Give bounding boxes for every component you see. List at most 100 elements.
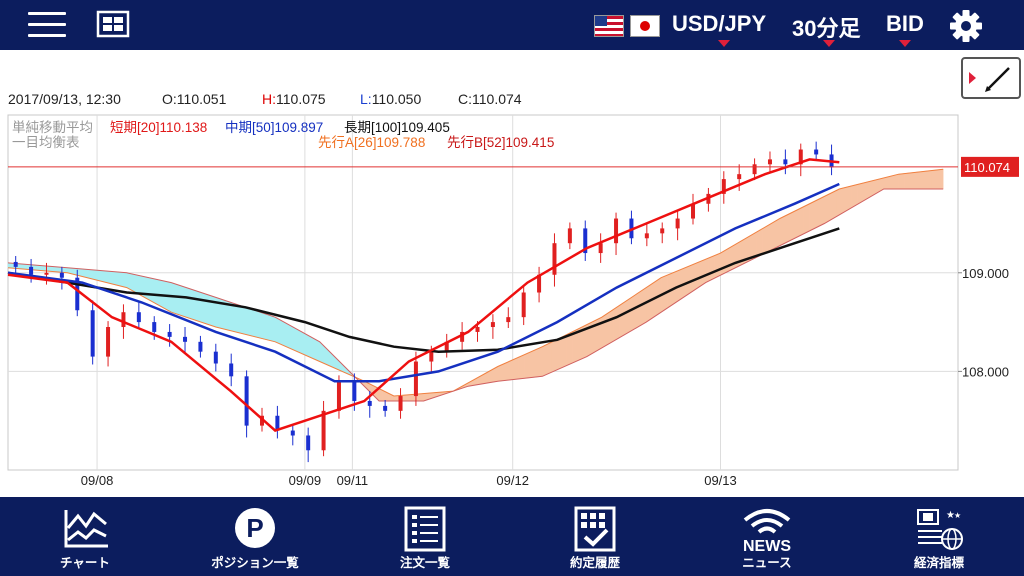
ichimoku-cloud-segment xyxy=(640,289,644,326)
ichimoku-cloud-segment xyxy=(862,181,867,202)
ichimoku-cloud-segment xyxy=(378,388,383,402)
ichimoku-cloud-segment xyxy=(176,284,181,316)
ichimoku-cloud-segment xyxy=(859,182,864,204)
ichimoku-cloud-segment xyxy=(263,312,267,340)
ichimoku-cloud-segment xyxy=(46,265,50,272)
ichimoku-cloud-segment xyxy=(248,307,252,337)
ichimoku-cloud-segment xyxy=(260,311,264,340)
tab-indicators[interactable]: ★ ★ 経済指標 xyxy=(854,497,1024,576)
currency-pair-selector[interactable]: USD/JPY xyxy=(672,11,766,37)
ichimoku-cloud-segment xyxy=(159,279,163,308)
currency-pair-dropdown-icon[interactable] xyxy=(718,40,730,47)
order-list-icon xyxy=(404,506,446,552)
ichimoku-cloud-segment xyxy=(803,204,807,235)
ichimoku-cloud-segment xyxy=(304,333,309,357)
ichimoku-cloud-segment xyxy=(191,289,196,321)
candle-body xyxy=(660,228,665,234)
ichimoku-cloud-segment xyxy=(153,278,157,305)
wifi-news-icon: NEWS xyxy=(743,509,791,552)
ichimoku-cloud-segment xyxy=(646,285,650,323)
ichimoku-cloud-segment xyxy=(132,273,136,293)
candle-body xyxy=(183,336,188,342)
ichimoku-cloud-segment xyxy=(530,350,534,378)
ichimoku-cloud-segment xyxy=(10,262,15,269)
ichimoku-cloud-segment xyxy=(251,308,255,337)
tab-positions[interactable]: P ポジション一覧 xyxy=(170,497,340,576)
price-type-selector[interactable]: BID xyxy=(886,11,924,37)
ichimoku-cloud-segment xyxy=(913,171,917,190)
tab-orders[interactable]: 注文一覧 xyxy=(340,497,510,576)
ichimoku-cloud-segment xyxy=(408,394,412,402)
candle-body xyxy=(783,159,788,165)
candle-body xyxy=(737,174,742,180)
ichimoku-cloud-segment xyxy=(111,271,116,285)
ichimoku-cloud-segment xyxy=(393,395,398,402)
ichimoku-cloud-segment xyxy=(102,270,107,283)
ichimoku-cloud-segment xyxy=(551,340,555,373)
ichimoku-cloud-segment xyxy=(254,309,258,338)
candle-body xyxy=(106,327,111,357)
ichimoku-cloud-segment xyxy=(494,366,499,383)
timeframe-dropdown-icon[interactable] xyxy=(823,40,835,47)
candle-body xyxy=(352,381,357,401)
ichimoku-cloud-segment xyxy=(269,314,273,342)
ichimoku-cloud-segment xyxy=(182,286,187,318)
ichimoku-cloud-segment xyxy=(764,225,769,254)
sma-short-line xyxy=(7,158,840,433)
ichimoku-cloud-segment xyxy=(812,200,816,230)
ichimoku-cloud-segment xyxy=(96,270,101,282)
ichimoku-cloud-segment xyxy=(616,304,620,340)
price-type-dropdown-icon[interactable] xyxy=(899,40,911,47)
layout-grid-icon[interactable] xyxy=(96,10,130,40)
ichimoku-cloud-segment xyxy=(761,226,766,255)
tab-news-label: ニュース xyxy=(742,556,792,570)
ichimoku-cloud-segment xyxy=(503,362,507,381)
current-price-tick-label: 110.074 xyxy=(964,160,1010,175)
ichimoku-cloud-segment xyxy=(726,247,730,273)
ichimoku-cloud-segment xyxy=(910,172,914,190)
ichimoku-cloud-segment xyxy=(230,302,234,332)
ichimoku-cloud-segment xyxy=(524,352,528,379)
ichimoku-cloud-segment xyxy=(114,271,119,286)
ichimoku-cloud-segment xyxy=(310,336,315,360)
ichimoku-cloud-segment xyxy=(568,331,573,365)
drawing-tool-button[interactable] xyxy=(961,57,1021,99)
timeframe-selector[interactable]: 30分足 xyxy=(792,11,860,43)
ichimoku-cloud-segment xyxy=(868,180,873,199)
ichimoku-cloud-segment xyxy=(313,338,317,361)
candle-body xyxy=(229,363,234,377)
candle-body xyxy=(136,312,141,323)
ichimoku-cloud-segment xyxy=(886,176,890,190)
ichimoku-cloud-segment xyxy=(197,291,202,323)
tab-chart[interactable]: チャート xyxy=(0,497,170,576)
candle-body xyxy=(413,361,418,397)
tab-history[interactable]: 約定履歴 xyxy=(510,497,680,576)
ichimoku-cloud-segment xyxy=(316,339,320,362)
ichimoku-cloud-segment xyxy=(613,306,617,342)
ichimoku-cloud-segment xyxy=(209,295,214,327)
candle-body xyxy=(198,341,203,352)
ichimoku-cloud-segment xyxy=(509,359,513,381)
candle-body xyxy=(506,317,511,323)
hamburger-menu-icon[interactable] xyxy=(28,10,66,40)
ichimoku-cloud-segment xyxy=(545,343,549,376)
ichimoku-cloud-segment xyxy=(266,313,270,341)
ichimoku-cloud-segment xyxy=(889,175,893,190)
gear-icon[interactable] xyxy=(948,8,984,44)
ichimoku-cloud-segment xyxy=(64,267,68,274)
tab-news[interactable]: NEWS ニュース xyxy=(682,497,852,576)
ichimoku-cloud-segment xyxy=(714,253,718,279)
candlestick-chart[interactable]: 110.074 109.000 108.000 09/08 09/09 09/11 09/1… xyxy=(0,110,1024,497)
ichimoku-cloud-segment xyxy=(919,171,923,190)
tab-orders-label: 注文一覧 xyxy=(399,556,450,570)
ichimoku-cloud-segment xyxy=(233,303,237,333)
ichimoku-cloud-segment xyxy=(767,223,772,252)
ichimoku-cloud-segment xyxy=(782,215,787,245)
ichimoku-cloud-segment xyxy=(539,346,543,377)
ichimoku-cloud-segment xyxy=(171,282,175,314)
ichimoku-cloud-segment xyxy=(844,186,849,212)
ichimoku-cloud-segment xyxy=(785,213,790,244)
candle-body xyxy=(567,228,572,244)
ichimoku-cloud-segment xyxy=(699,260,703,288)
ichimoku-cloud-segment xyxy=(7,262,12,269)
